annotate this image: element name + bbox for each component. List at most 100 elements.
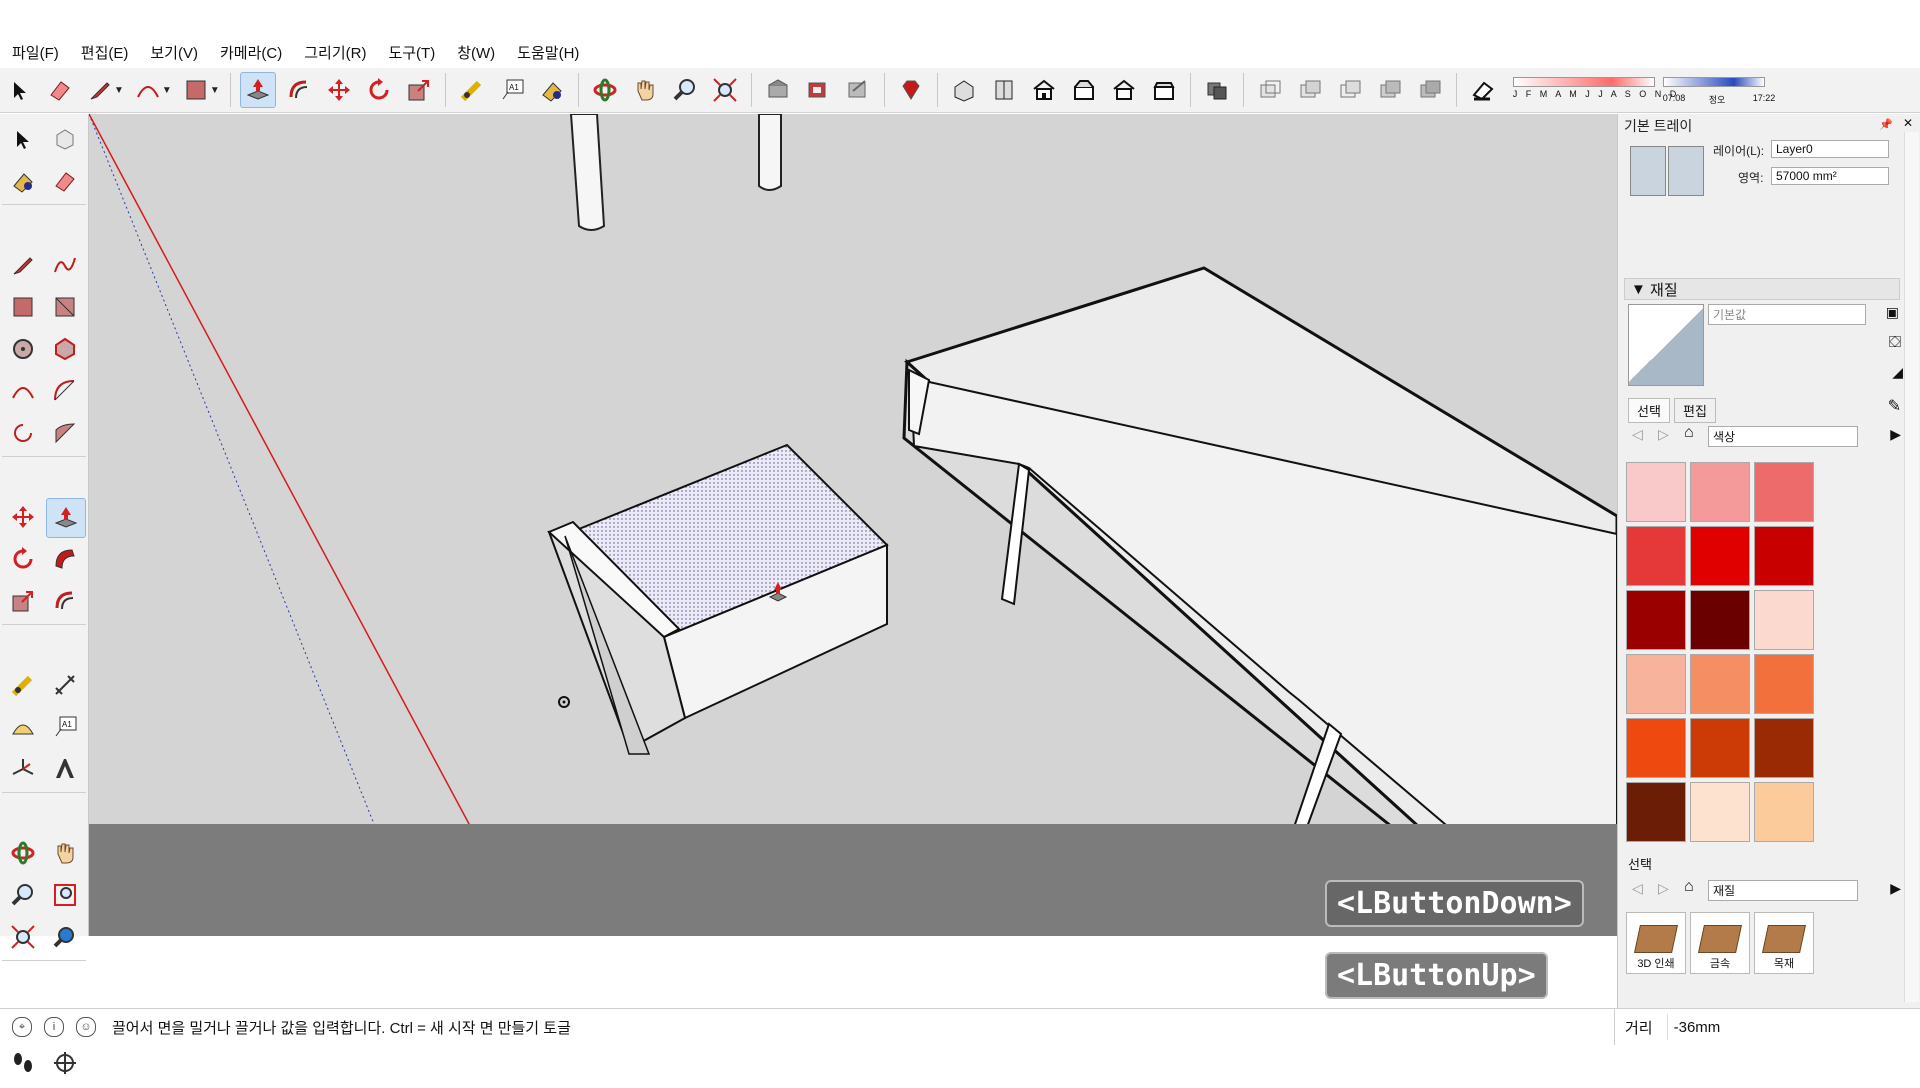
menu-help[interactable]: 도움말(H) [513,40,583,65]
right-view-icon[interactable] [1067,73,1101,107]
material-metal[interactable]: 금속 [1690,912,1750,974]
3dtext-icon[interactable] [46,750,84,788]
paint-icon[interactable] [535,73,569,107]
warehouse-icon[interactable] [761,73,795,107]
shaded-icon[interactable] [1373,73,1407,107]
rotate-icon[interactable] [4,540,42,578]
left-view-icon[interactable] [1147,73,1181,107]
time-slider[interactable] [1662,77,1765,87]
menu-view[interactable]: 보기(V) [146,40,202,65]
color-swatch[interactable] [1626,782,1686,842]
freehand-icon[interactable] [46,246,84,284]
menu-camera[interactable]: 카메라(C) [216,40,286,65]
zoom-extents-icon[interactable] [708,73,742,107]
rotated-rect-icon[interactable] [46,288,84,326]
menu-file[interactable]: 파일(F) [8,40,63,65]
tape-icon[interactable] [4,666,42,704]
material-name-field[interactable]: 기본값 [1708,304,1866,325]
close-icon[interactable]: ✕ [1903,116,1913,130]
circle-icon[interactable] [4,330,42,368]
arc3-icon[interactable] [46,414,84,452]
model-viewport[interactable]: <LButtonDown> <LButtonUp> [89,114,1617,936]
zoom-icon[interactable] [4,876,42,914]
ruby-icon[interactable] [894,73,928,107]
dimension-icon[interactable] [46,666,84,704]
pie-icon[interactable] [4,414,42,452]
followme-icon[interactable] [46,540,84,578]
section-icon[interactable] [1200,73,1234,107]
offset-icon[interactable] [46,582,84,620]
zoom-icon[interactable] [668,73,702,107]
pushpull-icon[interactable] [46,498,86,538]
color-swatch[interactable] [1754,654,1814,714]
back-icon[interactable]: ◁ [1632,426,1643,443]
tab-select[interactable]: 선택 [1628,398,1670,423]
text-icon[interactable]: A1 [46,708,84,746]
back-view-icon[interactable] [1107,73,1141,107]
material-wood[interactable]: 목재 [1754,912,1814,974]
tape-icon[interactable] [455,73,489,107]
color-swatch[interactable] [1754,718,1814,778]
materials-header[interactable]: ▼ 재질 [1624,278,1900,300]
color-swatch[interactable] [1690,718,1750,778]
pan-icon[interactable] [628,73,662,107]
iso-view-icon[interactable] [947,73,981,107]
pencil-icon[interactable] [83,73,117,107]
tab-edit[interactable]: 편집 [1674,398,1716,423]
color-swatch[interactable] [1626,590,1686,650]
rectangle-icon[interactable] [179,73,213,107]
month-slider[interactable] [1512,77,1655,87]
wireframe-icon[interactable] [1293,73,1327,107]
front-view-icon[interactable] [1027,73,1061,107]
protractor-icon[interactable] [4,708,42,746]
material-collection-dropdown[interactable]: 재질 [1708,880,1858,901]
material-3d-print[interactable]: 3D 인쇄 [1626,912,1686,974]
home-icon[interactable]: ⌂ [1684,878,1694,896]
section-plane-icon[interactable] [46,1044,84,1082]
color-swatch[interactable] [1754,526,1814,586]
orbit-icon[interactable] [588,73,622,107]
collection-dropdown[interactable]: 색상 [1708,426,1858,447]
default-material-icon[interactable]: ◢ [1892,364,1903,381]
color-swatch[interactable] [1626,654,1686,714]
menu-edit[interactable]: 편집(E) [77,40,133,65]
menu-draw[interactable]: 그리기(R) [300,40,370,65]
layer-dropdown[interactable]: Layer0 [1771,140,1889,158]
component-icon[interactable] [46,120,84,158]
select-icon[interactable] [3,73,37,107]
color-swatch[interactable] [1690,782,1750,842]
hidden-line-icon[interactable] [1333,73,1367,107]
color-swatch[interactable] [1754,590,1814,650]
forward-icon[interactable]: ▷ [1658,426,1669,443]
color-swatch[interactable] [1626,526,1686,586]
zoom-window-icon[interactable] [46,876,84,914]
color-swatch[interactable] [1754,462,1814,522]
pan-icon[interactable] [46,834,84,872]
pin-icon[interactable]: 📌 [1879,118,1893,131]
zoom-extents-icon[interactable] [4,918,42,956]
color-swatch[interactable] [1626,718,1686,778]
details-icon[interactable]: ▶ [1890,880,1901,897]
move-icon[interactable] [4,498,42,536]
top-view-icon[interactable] [987,73,1021,107]
eraser-icon[interactable] [46,162,84,200]
color-swatch[interactable] [1690,590,1750,650]
color-swatch[interactable] [1690,526,1750,586]
scale-icon[interactable] [402,73,436,107]
arc-icon[interactable] [4,372,42,410]
geo-location-icon[interactable]: ⌖ [12,1017,32,1037]
vcb-input[interactable]: -36mm [1666,1014,1894,1040]
polygon-icon[interactable] [46,330,84,368]
home-icon[interactable]: ⌂ [1684,424,1694,442]
offset-icon[interactable] [282,73,316,107]
textured-icon[interactable] [1413,73,1447,107]
shadow-settings[interactable]: J F M A M J J A S O N D 07:08 정오 17:22 [1512,73,1775,107]
share-icon[interactable] [841,73,875,107]
arc-dropdown-icon[interactable]: ▼ [162,85,172,96]
move-icon[interactable] [322,73,356,107]
text-icon[interactable]: A1 [495,73,529,107]
details-icon[interactable]: ▶ [1890,426,1901,443]
material-3d-icon[interactable]: ⛋ [1889,334,1901,352]
shadow-toggle-icon[interactable] [1466,73,1500,107]
rotate-icon[interactable] [362,73,396,107]
